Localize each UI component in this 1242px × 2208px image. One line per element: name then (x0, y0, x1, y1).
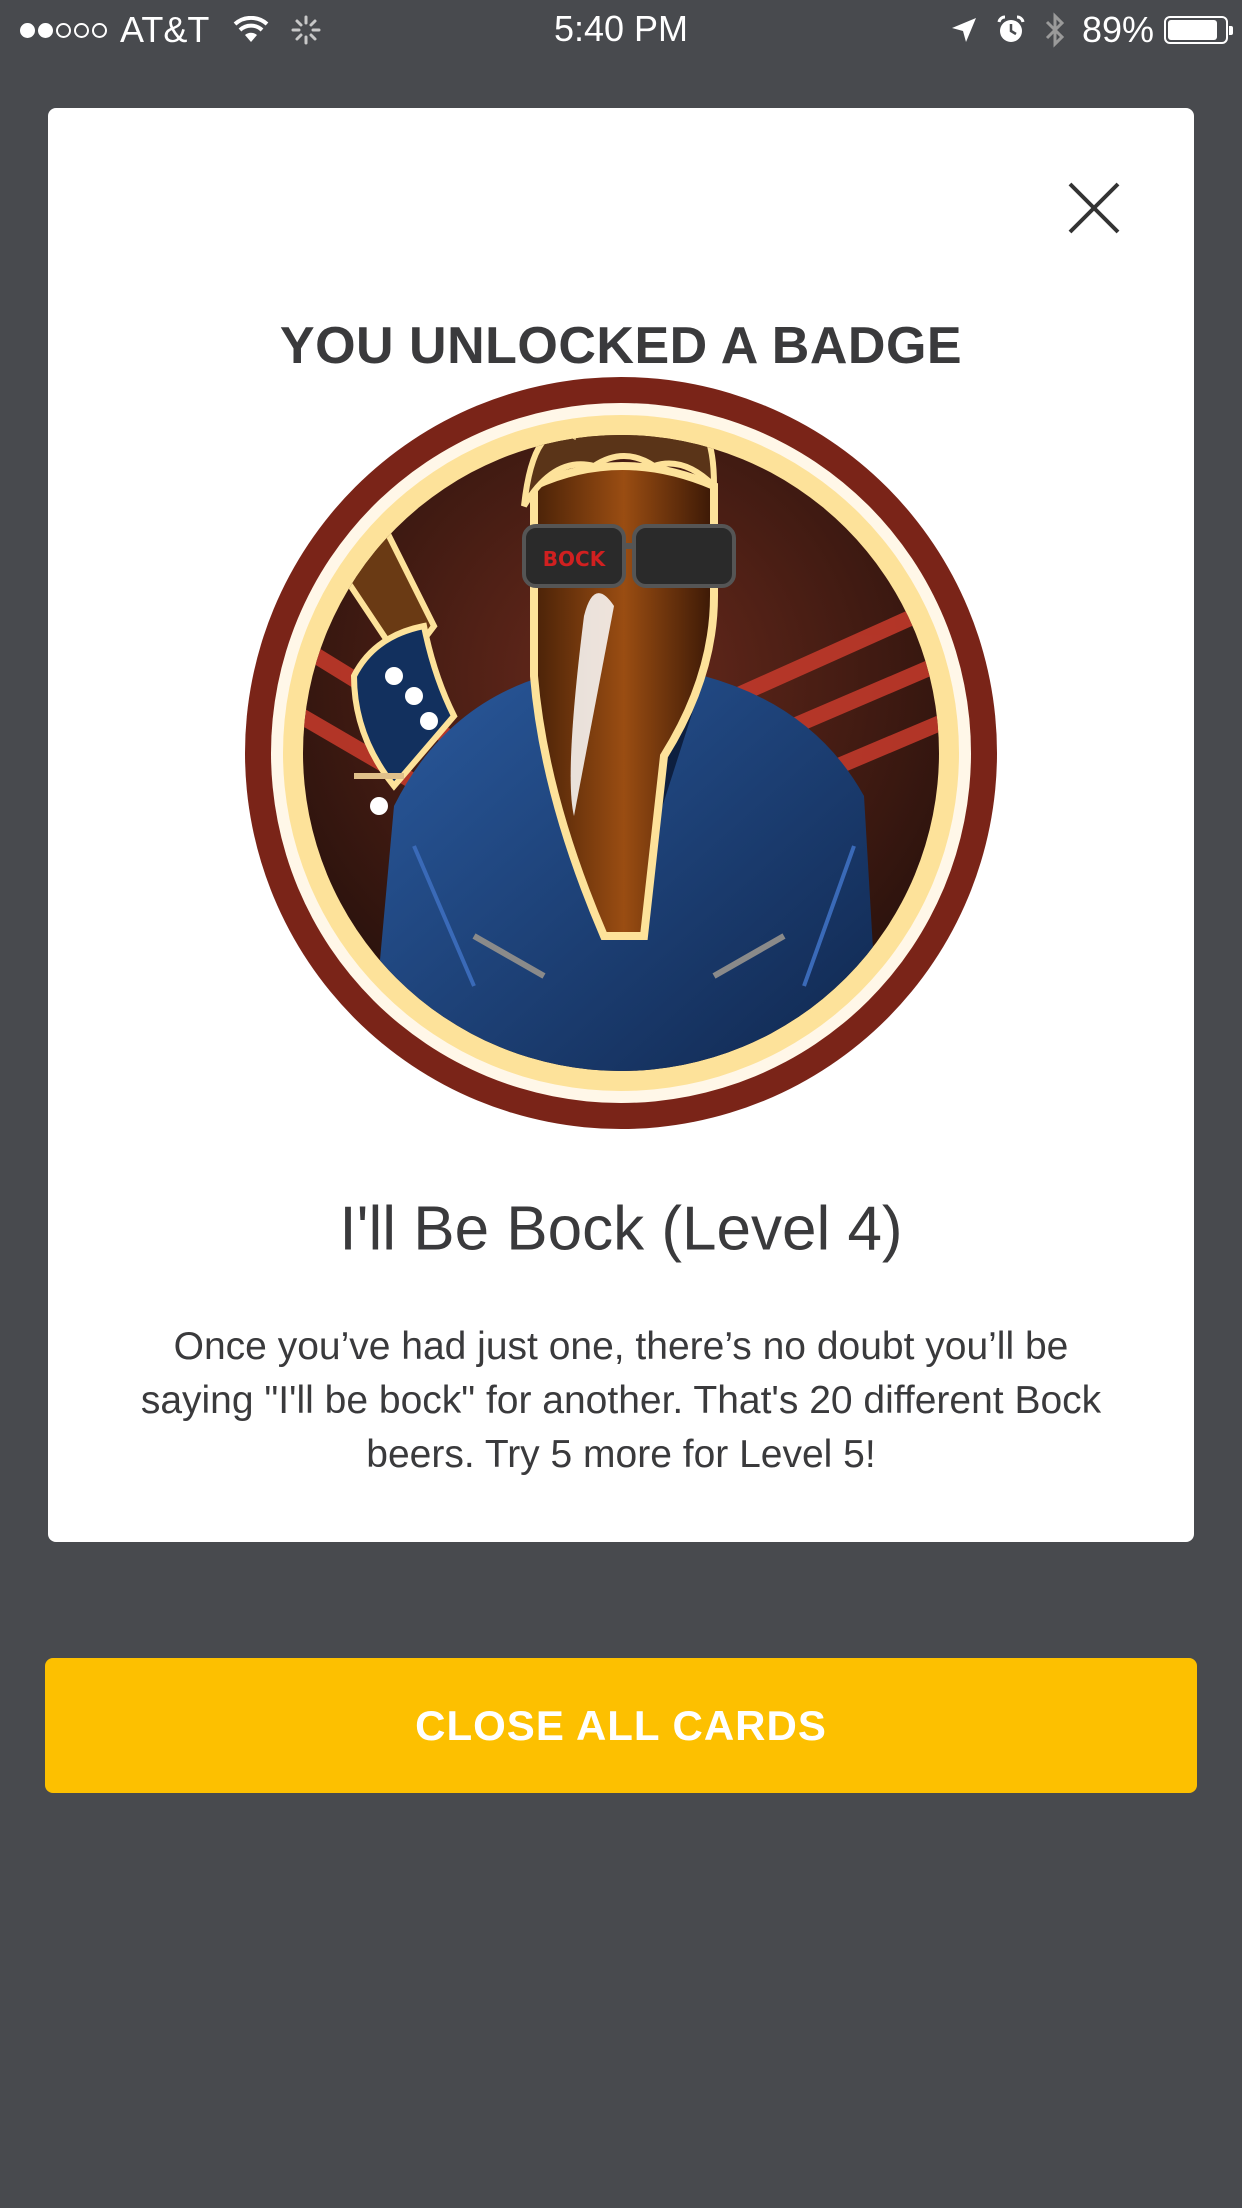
close-icon[interactable] (1064, 178, 1124, 238)
status-bar: AT&T 5:40 PM 89% (0, 0, 1242, 60)
alarm-clock-icon (997, 15, 1025, 42)
battery-percent: 89% (1081, 9, 1154, 50)
badge-name: I'll Be Bock (Level 4) (339, 1194, 903, 1264)
bluetooth-icon (1045, 12, 1065, 48)
badge-card: YOU UNLOCKED A BADGE BOCK I'll Be Bock (… (48, 108, 1194, 1542)
badge-description: Once you’ve had just one, there’s no dou… (140, 1325, 1102, 1476)
card-title: YOU UNLOCKED A BADGE (279, 317, 963, 375)
close-all-cards-button[interactable]: CLOSE ALL CARDS (45, 1658, 1197, 1793)
badge-image: BOCK (245, 377, 997, 1129)
location-arrow-icon (951, 18, 976, 42)
status-right: 89% (932, 8, 1233, 52)
sunglasses-text: BOCK (543, 547, 607, 571)
battery-icon (1164, 16, 1233, 44)
